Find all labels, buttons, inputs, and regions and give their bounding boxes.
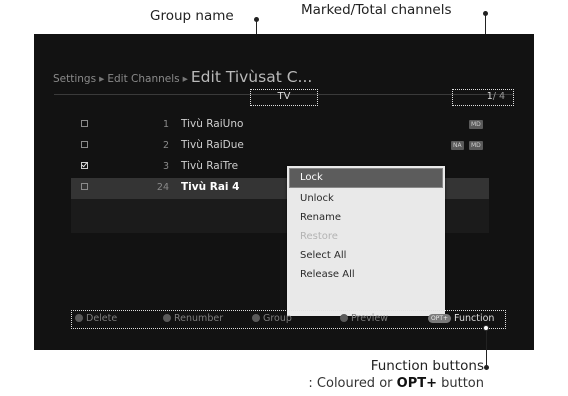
colour-button-icon [75, 314, 83, 322]
subcaption-opt: OPT+ [396, 376, 437, 391]
checkbox-icon[interactable] [81, 120, 88, 127]
checked-checkbox-icon[interactable] [81, 162, 88, 169]
function-button-bar: Delete Renumber Group Preview OPT+ Functi… [71, 310, 506, 329]
channel-number: 3 [162, 161, 169, 172]
function-button[interactable]: OPT+ Function [428, 313, 494, 324]
checkbox-icon[interactable] [81, 141, 88, 148]
marked-total-callout: Marked/Total channels [301, 2, 452, 18]
opt-plus-icon: OPT+ [428, 314, 452, 323]
group-name-field[interactable]: TV [250, 89, 318, 106]
breadcrumb-settings: Settings [53, 73, 97, 85]
channel-tag-badge: MD [469, 141, 483, 150]
marked-total-counter: 1/ 4 [452, 89, 514, 106]
preview-label: Preview [351, 313, 388, 324]
group-name-value: TV [277, 91, 291, 102]
function-label: Function [454, 313, 495, 324]
subcaption-suffix: button [436, 376, 484, 391]
colour-button-icon [163, 314, 171, 322]
channel-name: Tivù RaiUno [181, 118, 244, 130]
delete-button[interactable]: Delete [75, 313, 117, 324]
channel-name: Tivù RaiDue [181, 139, 244, 151]
channel-number: 1 [162, 119, 169, 130]
breadcrumb-separator-icon: ▸ [182, 73, 188, 85]
channel-name: Tivù RaiTre [181, 160, 239, 172]
menu-item-restore: Restore [300, 231, 338, 242]
breadcrumb-separator-icon: ▸ [99, 73, 105, 85]
channel-tag-badge: NA [451, 141, 464, 150]
function-buttons-subcaption: : Coloured or OPT+ button [308, 376, 484, 391]
colour-button-icon [340, 314, 348, 322]
delete-label: Delete [86, 313, 118, 324]
menu-item-select-all[interactable]: Select All [287, 246, 445, 265]
subcaption-prefix: : Coloured or [308, 376, 397, 391]
page-title: Edit Tivùsat C... [190, 68, 313, 86]
menu-item-unlock[interactable]: Unlock [287, 189, 445, 208]
group-label: Group [263, 313, 292, 324]
function-popup-menu: Lock Unlock Rename Restore Select All Re… [287, 166, 445, 316]
channel-number: 2 [162, 140, 169, 151]
tv-screen: Settings ▸ Edit Channels ▸ Edit Tivùsat C...… [34, 34, 534, 350]
colour-button-icon [252, 314, 260, 322]
channel-name: Tivù Rai 4 [181, 181, 240, 193]
channel-tag-badge: MD [469, 120, 483, 129]
function-buttons-callout: Function buttons [370, 358, 484, 374]
group-name-callout: Group name [150, 8, 234, 24]
channel-number: 24 [156, 182, 169, 193]
total-count: / 4 [492, 91, 505, 102]
preview-button[interactable]: Preview [340, 313, 388, 324]
channel-row[interactable]: 1 Tivù RaiUno MD [71, 115, 489, 136]
renumber-button[interactable]: Renumber [163, 313, 223, 324]
checkbox-icon[interactable] [81, 183, 88, 190]
breadcrumb-edit-channels: Edit Channels [107, 73, 180, 85]
menu-item-lock[interactable]: Lock [289, 168, 443, 188]
menu-item-release-all[interactable]: Release All [287, 265, 445, 284]
breadcrumb: Settings ▸ Edit Channels ▸ Edit Tivùsat C... [53, 68, 312, 86]
group-button[interactable]: Group [252, 313, 292, 324]
renumber-label: Renumber [174, 313, 224, 324]
channel-row[interactable]: 2 Tivù RaiDue NA MD [71, 136, 489, 157]
function-buttons-callout-dot [484, 365, 489, 370]
menu-item-rename[interactable]: Rename [287, 208, 445, 227]
function-buttons-leader-line [486, 331, 487, 367]
